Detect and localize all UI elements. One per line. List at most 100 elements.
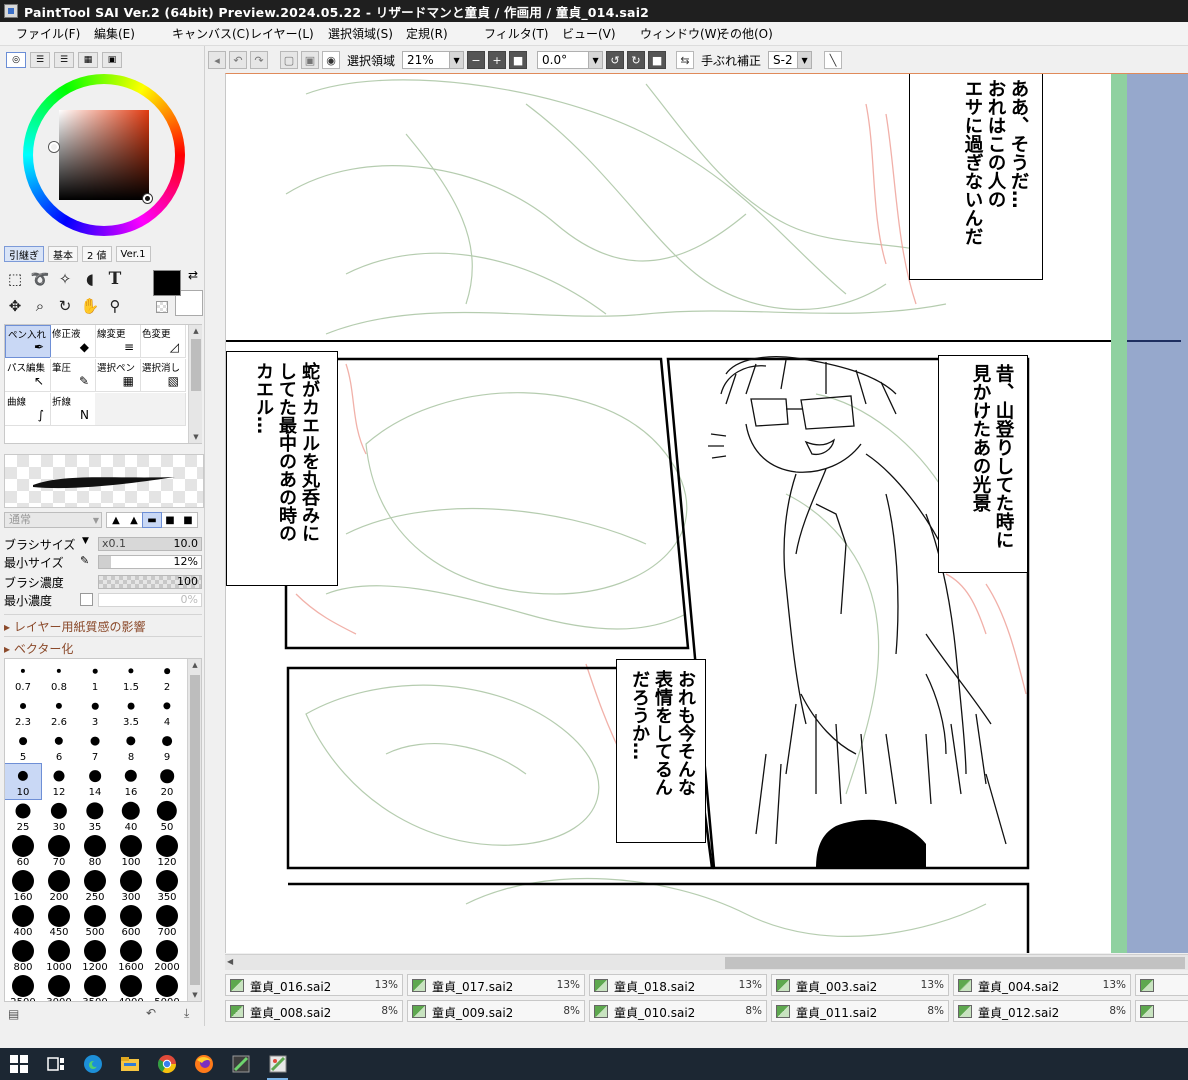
brush-size-cell[interactable]: 9 (149, 729, 185, 764)
app-icon[interactable] (222, 1048, 259, 1080)
chevron-down-icon[interactable]: ▼ (82, 536, 89, 546)
brush-size-cell[interactable]: 80 (77, 834, 113, 869)
edge-icon[interactable] (74, 1048, 111, 1080)
brush-size-cell[interactable]: 400 (5, 904, 41, 939)
show-selection-icon[interactable]: ◉ (322, 51, 340, 69)
brush-size-cell[interactable]: 2.3 (5, 694, 41, 729)
zoom-select[interactable]: 21% ▼ (402, 51, 465, 69)
flip-horizontal-icon[interactable]: ⇆ (676, 51, 695, 69)
brush-size-cell[interactable]: 120 (149, 834, 185, 869)
rotate-icon[interactable]: ↻ (54, 295, 76, 317)
file-tab[interactable]: 童貞_010.sai2 8% (589, 1000, 767, 1022)
color-change-tool[interactable]: 色変更 ◿ (140, 325, 186, 358)
save-preset-icon[interactable]: ⤓ (184, 1006, 189, 1021)
file-tab[interactable]: 童貞_018.sai2 13% (589, 974, 767, 996)
lasso-icon[interactable]: ➰ (29, 268, 51, 290)
correction-fluid-tool[interactable]: 修正液 ◆ (50, 325, 96, 358)
selection-eraser-tool[interactable]: 選択消し ▧ (140, 359, 186, 392)
collapse-left-button[interactable]: ◂ (208, 51, 226, 69)
brush-size-cell[interactable]: 3500 (77, 974, 113, 1001)
file-explorer-icon[interactable] (111, 1048, 148, 1080)
rotation-select[interactable]: 0.0° ▼ (537, 51, 604, 69)
menu-edit[interactable]: 編集(E) (78, 25, 156, 42)
scroll-down-icon[interactable]: ▼ (189, 431, 203, 443)
color-wheel-tab-icon[interactable]: ◎ (6, 52, 26, 68)
brush-size-cell[interactable]: 350 (149, 869, 185, 904)
brush-size-cell[interactable]: 6 (41, 729, 77, 764)
rgb-slider-tab-icon[interactable]: ☰ (30, 52, 50, 68)
sv-knob[interactable] (143, 194, 152, 203)
foreground-color-swatch[interactable] (153, 270, 181, 296)
menu-canvas[interactable]: キャンバス(C) (156, 25, 250, 42)
brush-size-cell[interactable]: 70 (41, 834, 77, 869)
brush-size-cell[interactable]: 16 (113, 764, 149, 799)
brush-size-cell[interactable]: 7 (77, 729, 113, 764)
stabilizer-select[interactable]: S-2 ▼ (768, 51, 813, 69)
min-size-slider[interactable]: 12% (98, 555, 202, 569)
zoom-reset-button[interactable]: ■ (509, 51, 528, 69)
brush-size-cell[interactable]: 3.5 (113, 694, 149, 729)
file-tab[interactable]: 童貞_016.sai2 13% (225, 974, 403, 996)
brush-shape-sharp-icon[interactable]: ▲ (107, 513, 125, 527)
brush-size-cell[interactable]: 0.8 (41, 659, 77, 694)
brush-size-cell[interactable]: 3000 (41, 974, 77, 1001)
canvas-viewport[interactable]: ああ、そうだ… おれはこの人の エサに過ぎないんだ 蛇がカエルを丸呑みに してた… (225, 73, 1188, 953)
empty-brush-slot[interactable] (140, 393, 186, 426)
brush-shape-round-icon[interactable]: ▬ (142, 512, 162, 528)
curve-tool[interactable]: 曲線 ∫ (5, 393, 51, 426)
brush-size-slider[interactable]: x0.1 10.0 (98, 537, 202, 551)
brush-size-cell[interactable]: 450 (41, 904, 77, 939)
polyline-tool[interactable]: 折線 N (50, 393, 96, 426)
scroll-down-icon[interactable]: ▼ (188, 989, 201, 1001)
brush-size-cell[interactable]: 5 (5, 729, 41, 764)
brush-size-cell[interactable]: 0.7 (5, 659, 41, 694)
hsv-slider-tab-icon[interactable]: ☰ (54, 52, 74, 68)
brush-size-cell[interactable]: 500 (77, 904, 113, 939)
brush-shape-soft-icon[interactable]: ▲ (125, 513, 143, 527)
brush-size-cell[interactable]: 1600 (113, 939, 149, 974)
brush-size-cell[interactable]: 2000 (149, 939, 185, 974)
menu-window[interactable]: ウィンドウ(W) (624, 25, 721, 42)
brush-size-cell[interactable]: 60 (5, 834, 41, 869)
brush-size-cell[interactable]: 40 (113, 799, 149, 834)
preset-tab[interactable]: 2 値 (82, 246, 112, 262)
rotate-reset-button[interactable]: ■ (648, 51, 667, 69)
magic-wand-icon[interactable]: ✧ (54, 268, 76, 290)
color-wheel[interactable] (23, 74, 185, 236)
brush-size-cell[interactable]: 2 (149, 659, 185, 694)
firefox-icon[interactable] (185, 1048, 222, 1080)
redo-button[interactable]: ↷ (250, 51, 268, 69)
brush-density-slider[interactable]: 100 (98, 575, 202, 589)
brush-size-cell[interactable]: 1000 (41, 939, 77, 974)
text-icon[interactable]: T (104, 268, 126, 290)
windows-start-icon[interactable] (0, 1048, 37, 1080)
brush-size-cell[interactable]: 50 (149, 799, 185, 834)
size-grid-scrollbar[interactable]: ▲ ▼ (187, 659, 201, 1001)
file-tab-overflow[interactable] (1135, 974, 1188, 996)
deselect-button[interactable]: ▢ (280, 51, 298, 69)
undo-button[interactable]: ↶ (229, 51, 247, 69)
brush-size-cell[interactable]: 35 (77, 799, 113, 834)
brush-size-cell[interactable]: 200 (41, 869, 77, 904)
scrollbar-thumb[interactable] (190, 675, 200, 985)
swatches-tab-icon[interactable]: ▦ (78, 52, 98, 68)
brush-size-cell[interactable]: 5000 (149, 974, 185, 1001)
reset-icon[interactable]: ↶ (146, 1006, 156, 1020)
file-tab[interactable]: 童貞_017.sai2 13% (407, 974, 585, 996)
brush-size-cell[interactable]: 250 (77, 869, 113, 904)
shape-icon[interactable]: ◖ (79, 268, 101, 290)
scroll-up-icon[interactable]: ▲ (188, 659, 201, 671)
pen-tool[interactable]: ペン入れ ✒ (5, 325, 51, 358)
rect-select-icon[interactable]: ⬚ (4, 268, 26, 290)
scrollbar-thumb[interactable] (725, 957, 1185, 969)
brush-size-cell[interactable]: 10 (5, 763, 42, 800)
brush-size-cell[interactable]: 2500 (5, 974, 41, 1001)
menu-view[interactable]: ビュー(V) (546, 25, 624, 42)
file-tab[interactable]: 童貞_009.sai2 8% (407, 1000, 585, 1022)
brush-size-cell[interactable]: 100 (113, 834, 149, 869)
zoom-in-button[interactable]: + (488, 51, 507, 69)
scratchpad-tab-icon[interactable]: ▣ (102, 52, 122, 68)
zoom-out-button[interactable]: − (467, 51, 486, 69)
brush-size-cell[interactable]: 2.6 (41, 694, 77, 729)
brush-shape-block-icon[interactable]: ■ (179, 513, 197, 527)
